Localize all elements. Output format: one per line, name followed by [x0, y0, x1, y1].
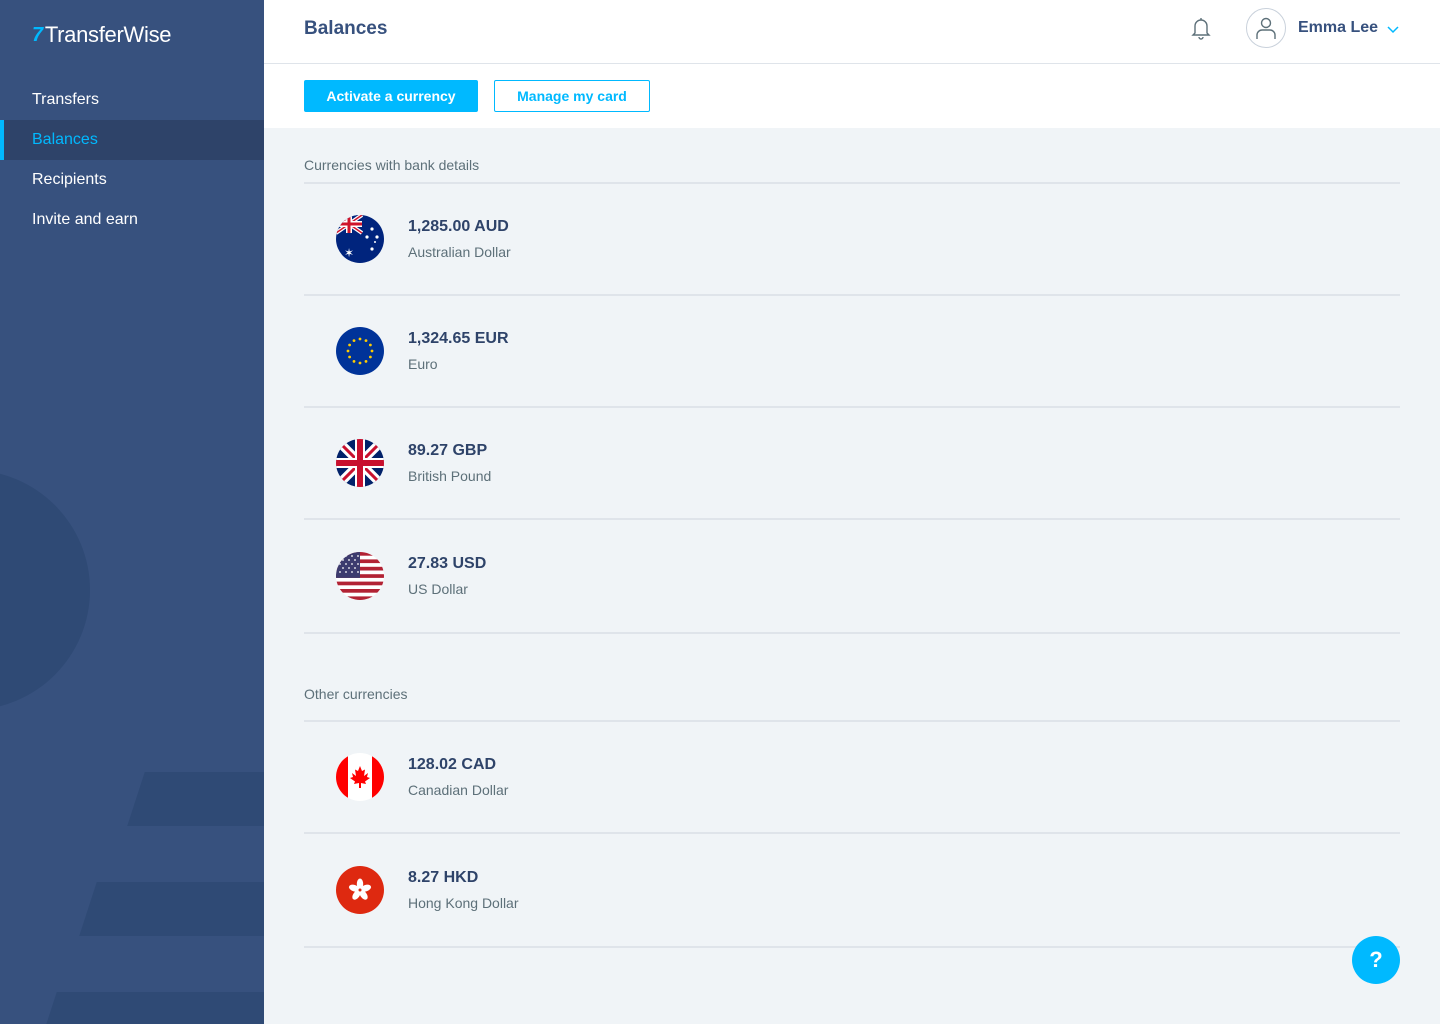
user-name[interactable]: Emma Lee: [1298, 19, 1378, 37]
logo-text: TransferWise: [44, 22, 172, 47]
sidebar-nav: Transfers Balances Recipients Invite and…: [0, 80, 264, 240]
balance-amount: 89.27 GBP: [408, 442, 488, 459]
sidebar-decoration-bar: [79, 882, 264, 936]
currency-name: Hong Kong Dollar: [408, 895, 519, 911]
balances-list: Currencies with bank details ✶ 1,285.00 …: [304, 128, 1400, 948]
australia-flag-icon: ✶: [336, 215, 384, 263]
sidebar-item-balances[interactable]: Balances: [0, 120, 264, 160]
balance-row-usd[interactable]: 27.83 USD US Dollar: [304, 520, 1400, 634]
transferwise-logo[interactable]: 7 TransferWise: [32, 22, 172, 48]
action-toolbar: Activate a currency Manage my card: [264, 64, 1440, 128]
balance-row-hkd[interactable]: 8.27 HKD Hong Kong Dollar: [304, 834, 1400, 948]
activate-currency-button[interactable]: Activate a currency: [304, 80, 478, 112]
bell-icon[interactable]: [1190, 16, 1212, 40]
us-flag-icon: [336, 552, 384, 600]
section-title-bank-details: Currencies with bank details: [304, 128, 1400, 184]
currency-name: Canadian Dollar: [408, 782, 509, 798]
help-button[interactable]: ?: [1352, 936, 1400, 984]
eu-flag-icon: [336, 327, 384, 375]
sidebar-decoration-bar: [127, 772, 264, 826]
balance-amount: 128.02 CAD: [408, 756, 497, 773]
sidebar-decoration-circle: [0, 470, 90, 710]
manage-card-button[interactable]: Manage my card: [494, 80, 650, 112]
canada-flag-icon: [336, 753, 384, 801]
chevron-down-icon[interactable]: [1386, 22, 1400, 34]
avatar[interactable]: [1246, 8, 1286, 48]
sidebar-item-invite-and-earn[interactable]: Invite and earn: [0, 200, 264, 240]
currency-name: US Dollar: [408, 581, 468, 597]
uk-flag-icon: [336, 439, 384, 487]
currency-name: British Pound: [408, 468, 492, 484]
section-title-other-currencies: Other currencies: [304, 666, 1400, 722]
sidebar-decoration-bar: [39, 992, 264, 1024]
balance-amount: 27.83 USD: [408, 555, 487, 572]
balance-row-gbp[interactable]: 89.27 GBP British Pound: [304, 408, 1400, 520]
user-icon: [1256, 17, 1276, 39]
sidebar-item-recipients[interactable]: Recipients: [0, 160, 264, 200]
sidebar-item-transfers[interactable]: Transfers: [0, 80, 264, 120]
logo-mark-icon: 7: [32, 23, 43, 46]
balance-row-cad[interactable]: 128.02 CAD Canadian Dollar: [304, 722, 1400, 834]
balance-amount: 8.27 HKD: [408, 869, 479, 886]
balance-row-eur[interactable]: 1,324.65 EUR Euro: [304, 296, 1400, 408]
top-header: Balances Emma Lee: [264, 0, 1440, 64]
page-title: Balances: [304, 18, 388, 39]
currency-name: Euro: [408, 356, 438, 372]
currency-name: Australian Dollar: [408, 244, 511, 260]
svg-text:✶: ✶: [344, 246, 354, 260]
balance-row-aud[interactable]: ✶ 1,285.00 AUD Australian Dollar: [304, 184, 1400, 296]
sidebar: 7 TransferWise Transfers Balances Recipi…: [0, 0, 264, 1024]
balance-amount: 1,324.65 EUR: [408, 330, 509, 347]
hong-kong-flag-icon: [336, 866, 384, 914]
balance-amount: 1,285.00 AUD: [408, 218, 509, 235]
